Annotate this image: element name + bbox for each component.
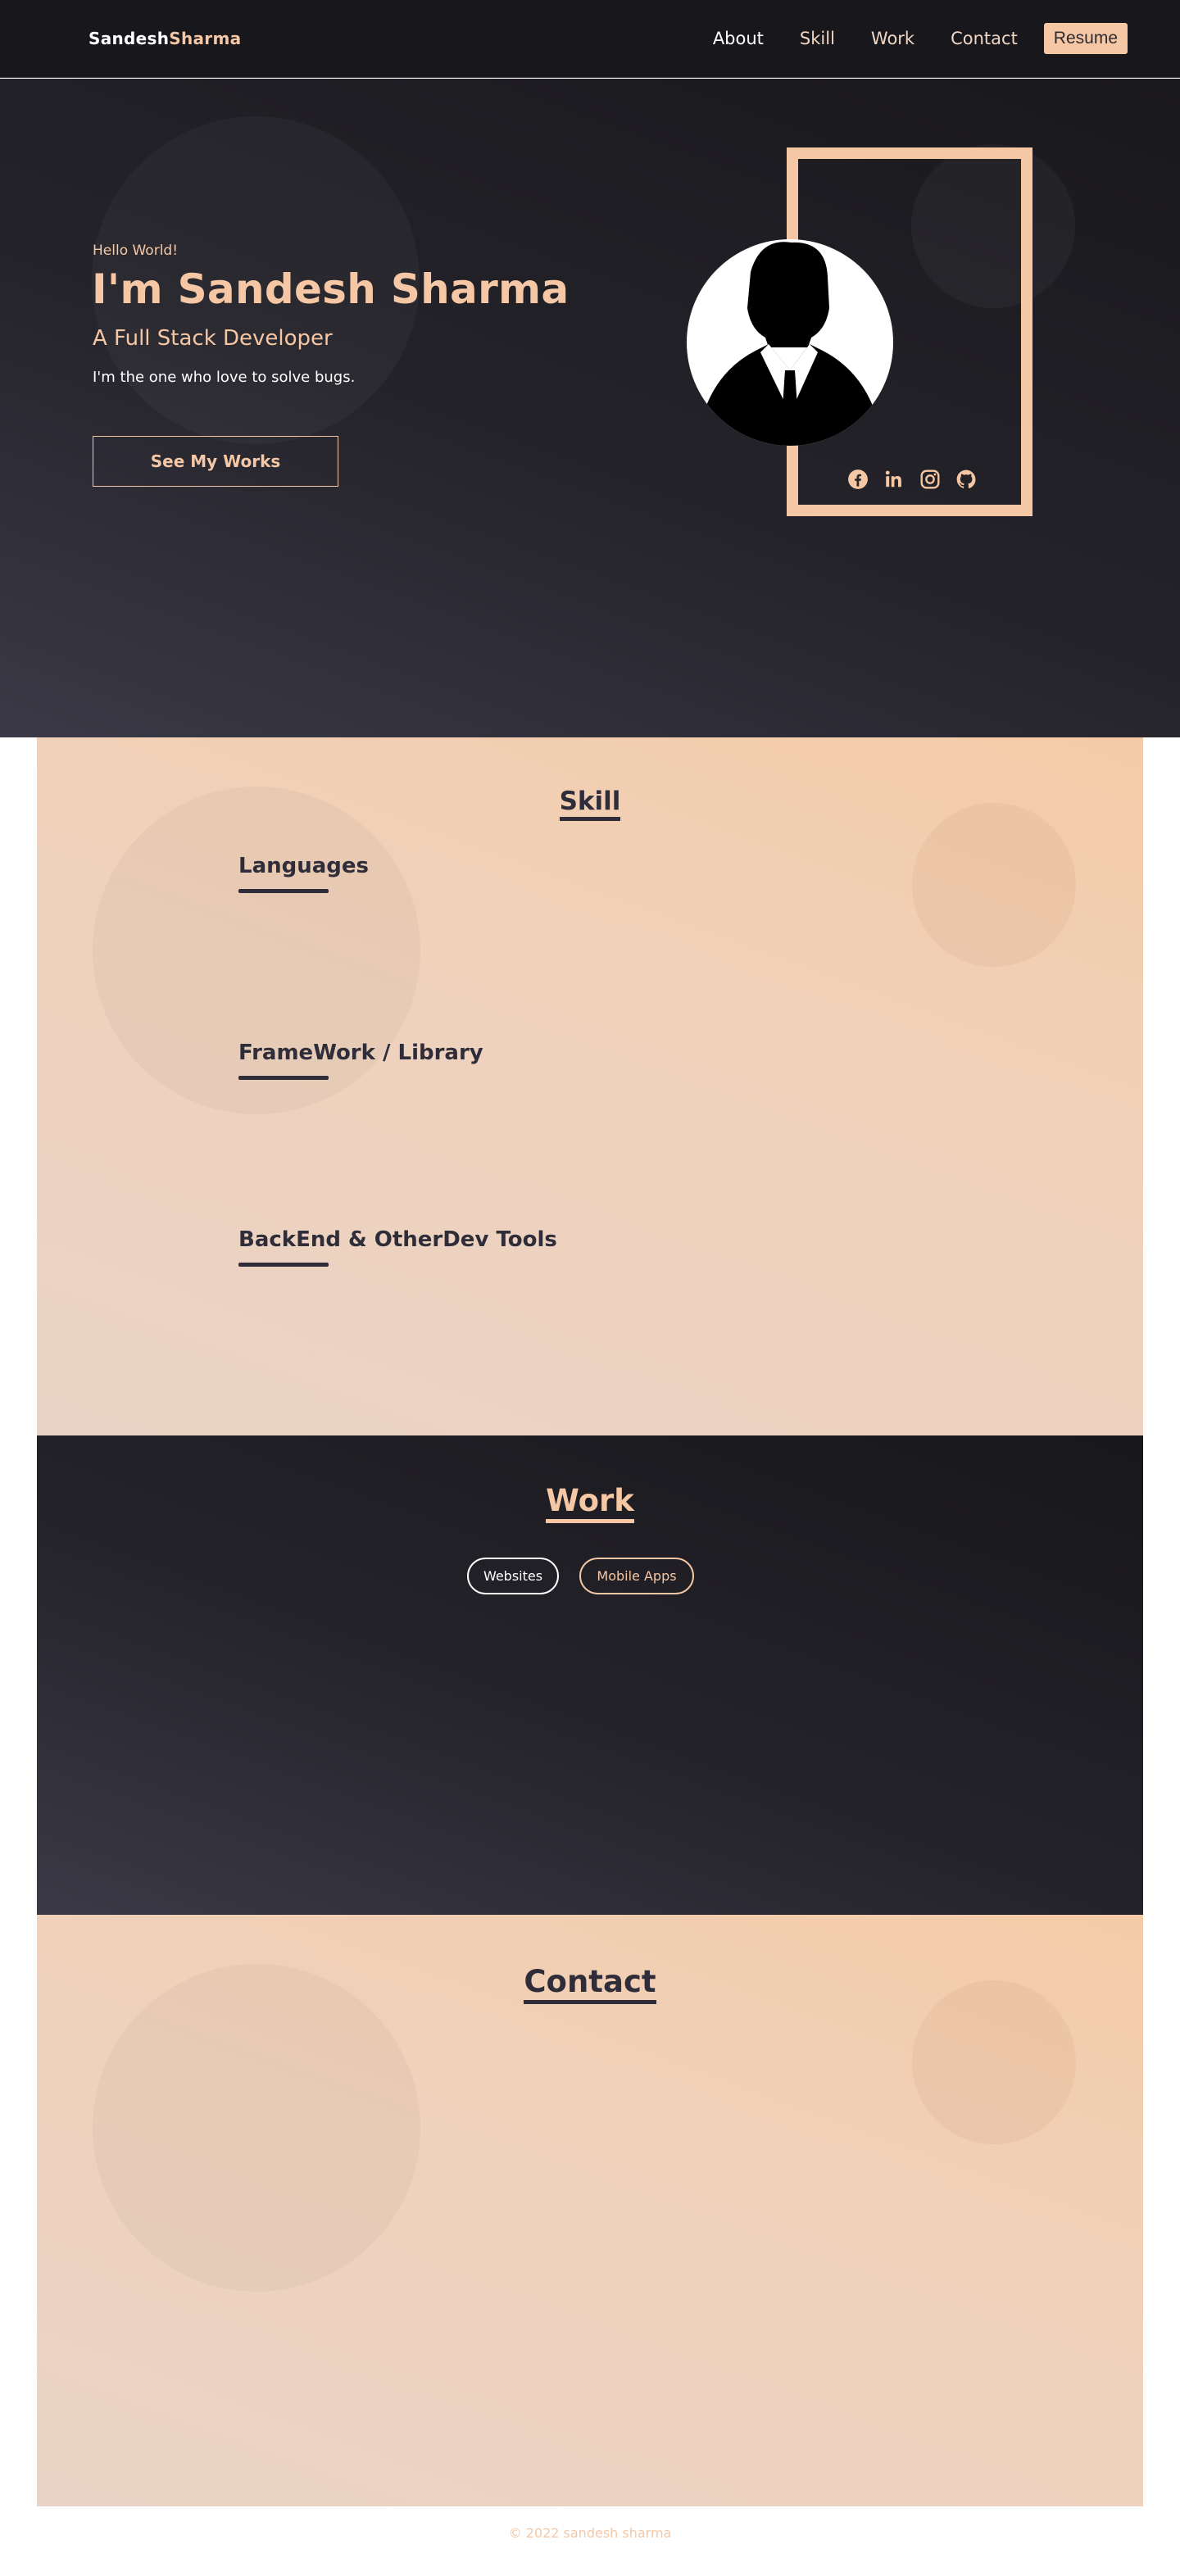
nav-link-work[interactable]: Work [871,29,914,48]
underline [238,1076,329,1080]
underline [238,889,329,893]
contact-title: Contact [37,1964,1143,2004]
skill-category-languages: Languages [238,854,370,878]
facebook-icon[interactable] [847,469,869,490]
decor-circle-small [912,1980,1076,2144]
filter-mobile-apps-button[interactable]: Mobile Apps [579,1558,694,1594]
avatar [687,239,893,446]
hero-tagline: I'm the one who love to solve bugs. [93,369,356,386]
person-silhouette-icon [697,242,883,446]
underline [238,1263,329,1267]
filter-websites-button[interactable]: Websites [467,1558,559,1594]
skill-category-backend: BackEnd & OtherDev Tools [238,1227,557,1252]
resume-button[interactable]: Resume [1043,23,1128,54]
nav-link-skill[interactable]: Skill [800,29,835,48]
see-my-works-button[interactable]: See My Works [93,436,338,487]
footer-copyright: © 2022 sandesh sharma [508,2525,672,2541]
contact-section: Contact [37,1915,1143,2506]
github-icon[interactable] [955,469,977,490]
decor-circle-small [912,803,1076,967]
skill-title: Skill [37,787,1143,821]
decor-circle-large [93,1964,420,2292]
linkedin-icon[interactable] [883,469,905,490]
brand-logo[interactable]: SandeshSharma [88,29,241,48]
nav-link-about[interactable]: About [713,29,764,48]
top-navbar: SandeshSharma About Skill Work Contact R… [0,0,1180,78]
hero-role: A Full Stack Developer [93,326,333,351]
hero-section: Hello World! I'm Sandesh Sharma A Full S… [0,79,1180,737]
work-title: Work [37,1483,1143,1523]
brand-first-name: Sandesh [88,29,170,48]
brand-last-name: Sharma [169,29,242,48]
hero-greeting: Hello World! [93,243,179,259]
nav-link-contact[interactable]: Contact [951,29,1018,48]
instagram-icon[interactable] [919,469,941,490]
work-section: Work Websites Mobile Apps [37,1435,1143,1915]
work-title-text: Work [546,1483,634,1523]
skill-section: Skill Languages FrameWork / Library Back… [37,737,1143,1435]
social-links [847,469,977,490]
contact-title-text: Contact [524,1964,656,2004]
hero-name: I'm Sandesh Sharma [92,265,570,313]
skill-title-text: Skill [559,787,621,821]
skill-category-framework: FrameWork / Library [238,1041,483,1065]
decor-circle-large [93,787,420,1114]
nav-links: About Skill Work Contact Resume [713,23,1128,54]
